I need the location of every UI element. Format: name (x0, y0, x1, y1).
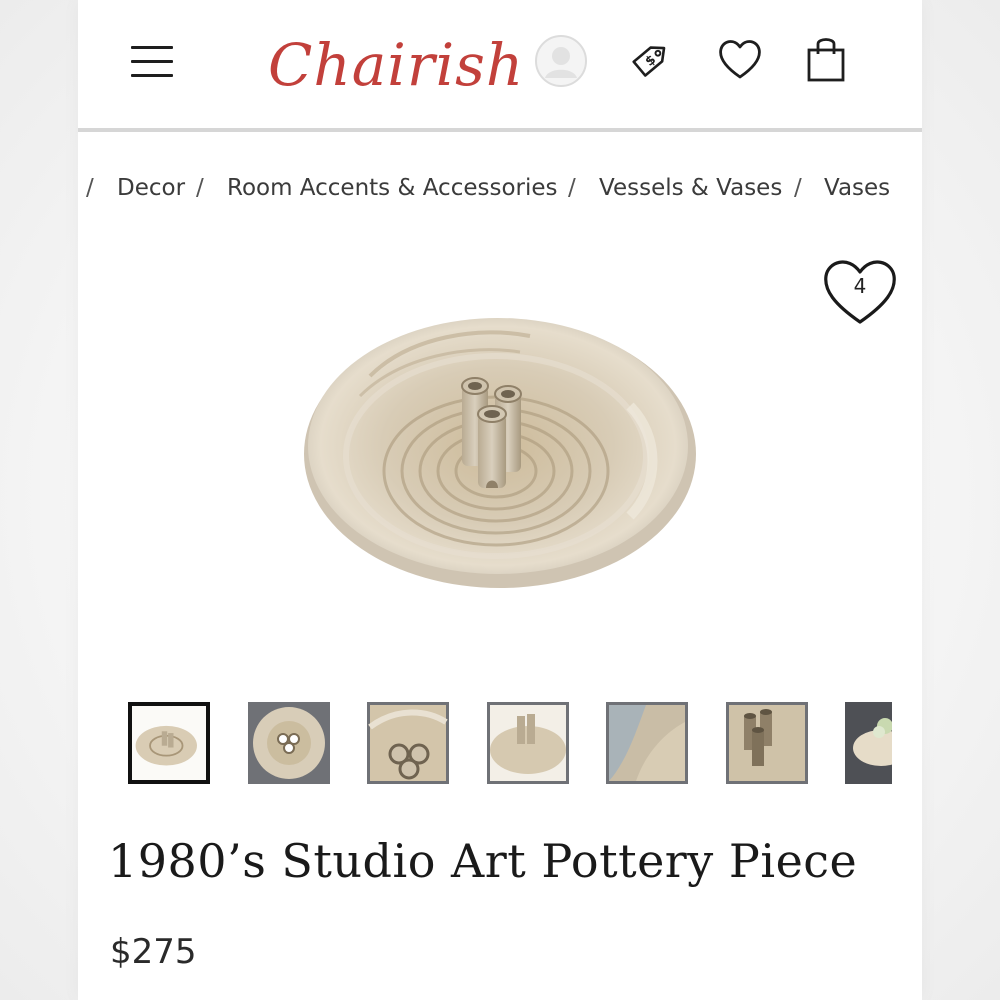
shopping-bag-icon (807, 38, 845, 82)
price-tag-button[interactable]: $ (626, 34, 676, 84)
breadcrumb: / Decor / Room Accents & Accessories / V… (78, 168, 922, 208)
account-button[interactable] (534, 34, 588, 88)
thumbnail-1[interactable] (128, 702, 210, 784)
thumbnail-6[interactable] (726, 702, 808, 784)
favorites-button[interactable] (716, 36, 764, 82)
breadcrumb-item-decor[interactable]: Decor (117, 168, 185, 208)
thumbnail-4[interactable] (487, 702, 569, 784)
thumbnail-image (726, 702, 808, 784)
breadcrumb-item-vases[interactable]: Vases (824, 168, 890, 208)
breadcrumb-separator: / (794, 175, 802, 201)
product-page: Chairish $ / Decor / Room Accents & Acce… (78, 0, 922, 1000)
thumbnail-image (248, 702, 330, 784)
breadcrumb-separator: / (86, 175, 94, 201)
favorite-button[interactable]: 4 (820, 252, 900, 328)
thumbnail-image (367, 702, 449, 784)
thumbnail-image (845, 702, 892, 784)
thumbnail-7[interactable] (845, 702, 892, 784)
product-title: 1980’s Studio Art Pottery Piece (108, 834, 858, 888)
thumbnail-5[interactable] (606, 702, 688, 784)
breadcrumb-item-room-accents[interactable]: Room Accents & Accessories (227, 168, 558, 208)
price-tag-icon: $ (632, 46, 666, 77)
thumbnail-3[interactable] (367, 702, 449, 784)
cart-button[interactable] (802, 34, 850, 84)
favorite-count: 4 (853, 274, 867, 298)
thumbnail-image (606, 702, 688, 784)
heart-icon (719, 40, 761, 79)
thumbnail-strip (126, 700, 892, 788)
thumbnail-2[interactable] (248, 702, 330, 784)
chairish-logo[interactable]: Chairish (268, 22, 523, 108)
header-divider (78, 128, 922, 132)
breadcrumb-separator: / (196, 175, 204, 201)
product-price: $275 (110, 932, 197, 972)
menu-button[interactable] (128, 42, 176, 82)
pottery-bowl-image (304, 318, 696, 588)
product-main-image[interactable] (300, 296, 700, 596)
breadcrumb-item-vessels-vases[interactable]: Vessels & Vases (599, 168, 782, 208)
user-avatar-icon (535, 35, 587, 87)
site-header: Chairish $ (78, 0, 922, 132)
thumbnail-image (487, 702, 569, 784)
breadcrumb-separator: / (568, 175, 576, 201)
thumbnail-image (132, 706, 206, 780)
